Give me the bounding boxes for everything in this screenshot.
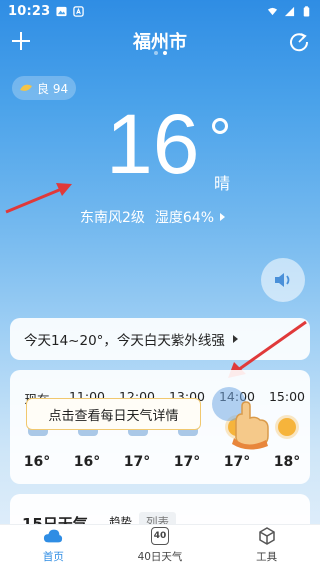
weather-condition: 晴 [214, 174, 231, 193]
nav-item-tools[interactable]: 工具 [213, 525, 320, 568]
chevron-right-icon [220, 213, 226, 221]
degree-symbol [212, 118, 228, 134]
signal-icon [284, 6, 295, 16]
hour-temp: 18° [273, 454, 301, 470]
wind-text: 东南风2级 [80, 210, 145, 226]
sun-icon [278, 418, 296, 436]
app-notification-icon [73, 5, 85, 17]
nav-item-40day[interactable]: 40 40日天气 [107, 525, 214, 568]
humidity-text: 湿度64% [154, 210, 215, 226]
nav-label-home: 首页 [42, 551, 64, 563]
status-bar: 10:23 [0, 0, 320, 22]
weather-summary-text: 今天14~20°，今天白天紫外线强 [24, 333, 225, 349]
aqi-label: 良 94 [37, 81, 69, 96]
bottom-nav: 首页 40 40日天气 工具 [0, 524, 320, 568]
page-dot [153, 51, 158, 55]
wifi-icon [267, 7, 278, 15]
hour-temp: 17° [173, 454, 201, 470]
hour-temp: 16° [23, 454, 51, 470]
nav-item-home[interactable]: 首页 [0, 525, 107, 568]
leaf-icon [20, 84, 32, 91]
hour-temp: 17° [123, 454, 151, 470]
status-right [267, 5, 312, 17]
speaker-icon [275, 273, 290, 287]
hour-temp: 16° [73, 454, 101, 470]
hour-temp: 17° [223, 454, 251, 470]
calendar-40-icon: 40 [150, 526, 170, 546]
page-dot-active [162, 51, 167, 55]
refresh-icon[interactable] [288, 31, 310, 53]
page-indicator [0, 51, 320, 55]
status-time: 10:23 [8, 3, 51, 19]
current-temperature: 16 [106, 97, 200, 191]
aqi-badge[interactable]: 良 94 [12, 76, 76, 100]
voice-broadcast-button[interactable] [261, 258, 305, 302]
wind-humidity-row[interactable]: 东南风2级 湿度64% [80, 207, 226, 227]
guide-tooltip-text: 点击查看每日天气详情 [48, 408, 179, 424]
cloud-icon [43, 526, 63, 546]
calendar-badge: 40 [151, 527, 169, 545]
header: 福州市 [0, 24, 320, 64]
pointing-hand-icon [232, 401, 269, 450]
annotation-arrow [5, 183, 72, 214]
nav-label-tools: 工具 [256, 551, 278, 563]
nav-label-40day: 40日天气 [137, 551, 183, 563]
cube-icon [257, 526, 277, 546]
battery-icon [303, 5, 310, 17]
status-left: 10:23 [8, 3, 85, 19]
image-notification-icon [56, 6, 67, 16]
guide-tooltip[interactable]: 点击查看每日天气详情 [26, 398, 201, 430]
